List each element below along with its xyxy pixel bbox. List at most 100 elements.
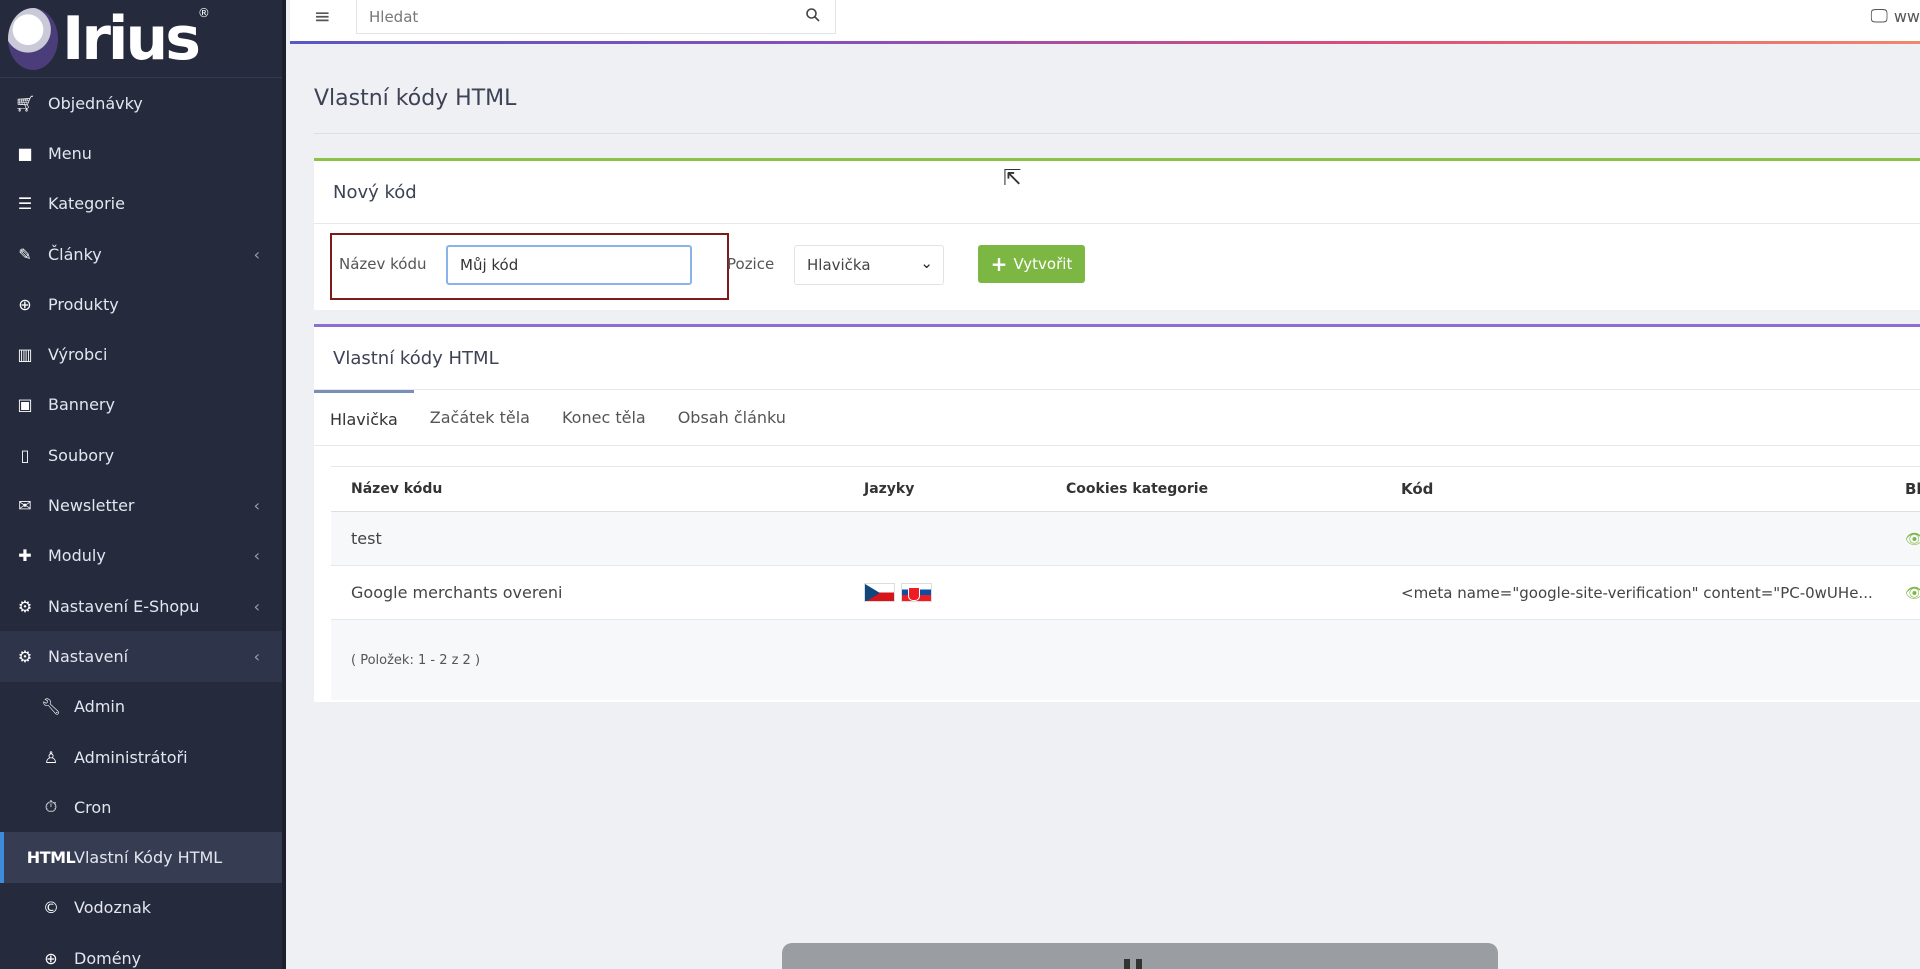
tab-konec-tela[interactable]: Konec těla	[546, 390, 662, 445]
plus-icon: +	[990, 252, 1008, 276]
globe-icon: ⊕	[44, 948, 58, 968]
pagination-info: ( Položek: 1 - 2 z 2 )	[331, 620, 1920, 700]
sidebar-item-label: Výrobci	[48, 345, 108, 365]
sidebar-item-kategorie[interactable]: ☰ Kategorie	[0, 179, 282, 229]
czech-flag-icon	[864, 583, 895, 602]
code-cell: <meta name="google-site-verification" co…	[1401, 583, 1873, 602]
search-placeholder: Hledat	[369, 7, 419, 26]
sidebar-subitem-vlastni-kody-html[interactable]: HTML Vlastní Kódy HTML	[0, 832, 282, 883]
sidebar-item-label: Články	[48, 244, 102, 264]
sidebar-item-vyrobci[interactable]: ▥ Výrobci	[0, 329, 282, 379]
tab-hlavicka[interactable]: Hlavička	[314, 390, 414, 445]
title-divider	[314, 133, 1920, 134]
name-label: Název kódu	[339, 255, 427, 273]
cogs-icon: ⚙	[17, 596, 33, 616]
sidebar-item-label: Vlastní Kódy HTML	[74, 848, 223, 868]
user-icon: ♙	[43, 747, 59, 767]
top-bar: ≡ Hledat 🖵︎ ww	[290, 0, 1920, 44]
tab-obsah-clanku[interactable]: Obsah článku	[662, 390, 802, 445]
sidebar-item-label: Nastavení	[48, 646, 129, 666]
sidebar-item-clanky[interactable]: ✎ Články ‹	[0, 229, 282, 279]
recording-toolbar	[782, 943, 1498, 969]
building-icon: ▥	[17, 345, 33, 365]
table-row[interactable]: test 👁︎	[331, 512, 1920, 566]
chevron-left-icon: ‹	[253, 244, 260, 264]
puzzle-icon: ✚	[18, 546, 32, 566]
image-icon: ▣	[17, 395, 33, 415]
search-input[interactable]: Hledat	[356, 0, 836, 34]
pause-icon[interactable]	[1124, 959, 1142, 969]
chevron-left-icon: ‹	[253, 596, 260, 616]
stopwatch-icon: ⏱︎	[44, 797, 58, 817]
column-header[interactable]: Jazyky	[864, 481, 914, 497]
mouse-cursor-icon: ⇱	[1003, 166, 1022, 191]
sidebar-subitem-cron[interactable]: ⏱︎ Cron	[0, 782, 282, 832]
table-header: Název kódu Jazyky Cookies kategorie Kód …	[331, 466, 1920, 512]
sidebar-item-label: Vodoznak	[74, 898, 152, 918]
logo-text: Irius	[62, 3, 201, 74]
codes-table: Název kódu Jazyky Cookies kategorie Kód …	[331, 466, 1920, 700]
sidebar-item-label: Domény	[74, 948, 142, 968]
sidebar-item-objednavky[interactable]: 🛒︎ Objednávky	[0, 78, 282, 128]
registered-icon: ®	[197, 6, 210, 20]
sidebar-item-menu[interactable]: ■ Menu	[0, 128, 282, 178]
position-select[interactable]: Hlavička ⌄	[794, 245, 944, 285]
file-icon: ▯	[20, 445, 30, 465]
code-name-cell[interactable]: test	[351, 529, 382, 548]
chevron-left-icon: ‹	[253, 496, 260, 516]
folder-icon: ■	[17, 143, 33, 163]
sidebar-item-label: Administrátoři	[74, 747, 188, 767]
sidebar-subitem-domeny[interactable]: ⊕ Domény	[0, 933, 282, 969]
sidebar-item-produkty[interactable]: ⊕ Produkty	[0, 279, 282, 329]
monitor-icon: 🖵︎	[1870, 6, 1888, 27]
column-header[interactable]: Název kódu	[351, 481, 442, 497]
envelope-icon: ✉	[18, 496, 32, 516]
sidebar-item-nastaveni[interactable]: ⚙ Nastavení ‹	[0, 631, 282, 682]
logo[interactable]: Irius ®	[0, 0, 282, 78]
header-gradient-line	[290, 41, 1920, 44]
eye-icon[interactable]: 👁︎	[1905, 584, 1920, 602]
column-header[interactable]: Cookies kategorie	[1066, 481, 1208, 497]
new-code-form: Název kódu Můj kód Pozice Hlavička ⌄ + V…	[314, 224, 1920, 310]
sidebar-item-bannery[interactable]: ▣ Bannery	[0, 380, 282, 430]
languages-cell	[864, 583, 932, 602]
sidebar-item-soubory[interactable]: ▯ Soubory	[0, 430, 282, 480]
column-header[interactable]: Bl	[1905, 480, 1920, 498]
site-label: ww	[1893, 7, 1920, 26]
slovak-flag-icon	[901, 583, 932, 602]
list-icon: ☰	[17, 194, 33, 214]
code-name-input[interactable]: Můj kód	[446, 245, 692, 285]
pencil-icon: ✎	[18, 244, 32, 264]
sidebar-item-newsletter[interactable]: ✉ Newsletter ‹	[0, 480, 282, 530]
create-button-label: Vytvořit	[1013, 255, 1073, 273]
sidebar-subitem-administratori[interactable]: ♙ Administrátoři	[0, 732, 282, 782]
new-code-title: Nový kód	[314, 161, 1920, 224]
hamburger-menu-icon[interactable]: ≡	[314, 4, 331, 28]
sidebar-item-label: Produkty	[48, 294, 119, 314]
codes-title: Vlastní kódy HTML	[314, 327, 1920, 390]
sidebar-item-label: Bannery	[48, 395, 115, 415]
html-icon: HTML	[26, 848, 76, 868]
wrench-icon: 🔧︎	[40, 697, 62, 717]
tab-zacatek-tela[interactable]: Začátek těla	[414, 390, 546, 445]
column-header[interactable]: Kód	[1401, 480, 1881, 498]
sidebar-item-nastaveni-eshopu[interactable]: ⚙ Nastavení E-Shopu ‹	[0, 581, 282, 631]
sidebar-item-label: Kategorie	[48, 194, 125, 214]
search-icon[interactable]	[805, 7, 821, 23]
chevron-down-icon: ⌄	[920, 254, 933, 272]
sidebar-subitem-admin[interactable]: 🔧︎ Admin	[0, 682, 282, 732]
chevron-left-icon: ‹	[253, 646, 260, 666]
table-row[interactable]: Google merchants overeni <meta name="goo…	[331, 566, 1920, 620]
sidebar-subitem-vodoznak[interactable]: © Vodoznak	[0, 883, 282, 933]
code-name-cell[interactable]: Google merchants overeni	[351, 583, 563, 602]
sidebar-item-label: Menu	[48, 143, 92, 163]
cogs-icon: ⚙	[17, 646, 33, 666]
position-value: Hlavička	[807, 256, 871, 274]
site-link[interactable]: 🖵︎ ww	[1870, 6, 1920, 27]
sidebar-item-moduly[interactable]: ✚ Moduly ‹	[0, 531, 282, 581]
sidebar-item-label: Cron	[74, 797, 112, 817]
position-label: Pozice	[727, 255, 775, 273]
eye-icon[interactable]: 👁︎	[1905, 530, 1920, 548]
create-button[interactable]: + Vytvořit	[978, 245, 1085, 283]
sidebar-item-label: Objednávky	[48, 93, 143, 113]
